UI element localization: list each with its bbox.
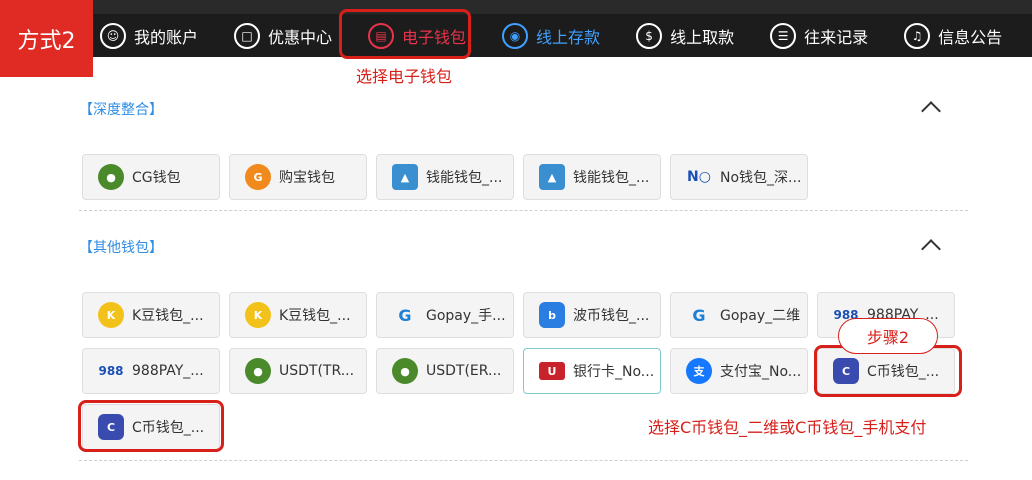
nav-label: 往来记录	[804, 27, 869, 47]
bobi-icon: b	[539, 302, 565, 328]
wallet-tile-usdt-trc[interactable]: ● USDT(TR...	[229, 348, 367, 394]
usdt-icon: ●	[392, 358, 418, 384]
wallet-tile-bank-card[interactable]: U 银行卡_No...	[523, 348, 661, 394]
tile-label: Gopay_手...	[426, 308, 506, 324]
nav-promotions[interactable]: □ 优惠中心	[234, 14, 332, 57]
tile-label: No钱包_深...	[720, 170, 802, 186]
wallet-tile-cg[interactable]: ● CG钱包	[82, 154, 220, 200]
main-nav: ☺ 我的账户 □ 优惠中心 ▤ 电子钱包 ◉ 线上存款 $ 线上取款 ☰ 往来记录 ♫ 信息公…	[100, 14, 1032, 57]
withdraw-icon: $	[636, 22, 663, 49]
tile-label: Gopay_二维	[720, 308, 801, 324]
wallet-tile-goubao[interactable]: G 购宝钱包	[229, 154, 367, 200]
wallet-tile-kdou-2[interactable]: K K豆钱包_...	[229, 292, 367, 338]
goubao-icon: G	[245, 164, 271, 190]
wallet-tile-988pay-2[interactable]: 988 988PAY_...	[82, 348, 220, 394]
chevron-up-icon[interactable]	[921, 239, 941, 259]
nav-label: 信息公告	[938, 27, 1003, 47]
bell-icon: ♫	[904, 22, 931, 49]
cbi-wallet-highlight	[78, 400, 224, 452]
usdt-icon: ●	[245, 358, 271, 384]
section-title-deep-integration: 【深度整合】	[79, 102, 163, 118]
alipay-icon: 支	[686, 358, 712, 384]
wallet-tile-gopay-mobile[interactable]: G Gopay_手...	[376, 292, 514, 338]
wallet-tile-kdou-1[interactable]: K K豆钱包_...	[82, 292, 220, 338]
unionpay-icon: U	[539, 362, 565, 380]
tile-label: K豆钱包_...	[132, 308, 204, 324]
user-icon: ☺	[100, 22, 126, 49]
wallet-tile-qianneng-1[interactable]: ▲ 钱能钱包_...	[376, 154, 514, 200]
nav-my-account[interactable]: ☺ 我的账户	[100, 14, 198, 57]
qianneng-icon: ▲	[392, 164, 418, 190]
wallet-tile-usdt-erc[interactable]: ● USDT(ER...	[376, 348, 514, 394]
kdou-icon: K	[245, 302, 271, 328]
select-wallet-note: 选择电子钱包	[356, 67, 453, 86]
section-divider	[79, 460, 968, 461]
wallet-tile-no-wallet[interactable]: N○ No钱包_深...	[670, 154, 808, 200]
nav-label: 线上取款	[670, 27, 735, 47]
gopay-icon: G	[692, 305, 706, 325]
nav-label: 我的账户	[134, 27, 199, 47]
nav-label: 优惠中心	[268, 27, 333, 47]
gift-icon: □	[234, 22, 261, 49]
qianneng-icon: ▲	[539, 164, 565, 190]
tile-label: USDT(ER...	[426, 363, 502, 379]
kdou-icon: K	[98, 302, 124, 328]
gopay-icon: G	[398, 305, 412, 325]
nav-online-deposit[interactable]: ◉ 线上存款	[502, 14, 600, 57]
tile-label: 988PAY_...	[132, 363, 204, 379]
tile-label: USDT(TR...	[279, 363, 355, 379]
deposit-icon: ◉	[502, 22, 529, 49]
top-strip	[0, 0, 1032, 14]
nav-announcements[interactable]: ♫ 信息公告	[904, 14, 1002, 57]
wallet-tile-alipay[interactable]: 支支付宝_No...	[670, 348, 808, 394]
wallet-tile-qianneng-2[interactable]: ▲ 钱能钱包_...	[523, 154, 661, 200]
nav-records[interactable]: ☰ 往来记录	[770, 14, 868, 57]
tile-label: 银行卡_No...	[573, 364, 655, 380]
records-icon: ☰	[770, 22, 797, 49]
no-wallet-icon: N○	[687, 169, 711, 185]
tile-label: K豆钱包_...	[279, 308, 351, 324]
wallet-tile-gopay-qr[interactable]: G Gopay_二维	[670, 292, 808, 338]
pay988-icon: 988	[98, 364, 124, 378]
tile-label: 波币钱包_...	[573, 308, 650, 324]
nav-online-withdraw[interactable]: $ 线上取款	[636, 14, 734, 57]
chevron-up-icon[interactable]	[921, 101, 941, 121]
method-badge: 方式2	[0, 0, 93, 77]
cg-wallet-icon: ●	[98, 164, 124, 190]
tile-label: CG钱包	[132, 170, 181, 186]
e-wallet-highlight	[339, 9, 471, 59]
nav-label: 线上存款	[536, 27, 601, 47]
wallet-tile-bobi[interactable]: b 波币钱包_...	[523, 292, 661, 338]
tile-label: 钱能钱包_...	[426, 170, 503, 186]
tile-label: 钱能钱包_...	[573, 170, 650, 186]
tile-label: 支付宝_No...	[720, 364, 802, 380]
select-c-wallet-note: 选择C币钱包_二维或C币钱包_手机支付	[648, 418, 927, 437]
tile-label: 购宝钱包	[279, 170, 335, 186]
section-title-other-wallets: 【其他钱包】	[79, 240, 163, 256]
section-divider	[79, 210, 968, 211]
step-badge: 步骤2	[838, 318, 938, 354]
